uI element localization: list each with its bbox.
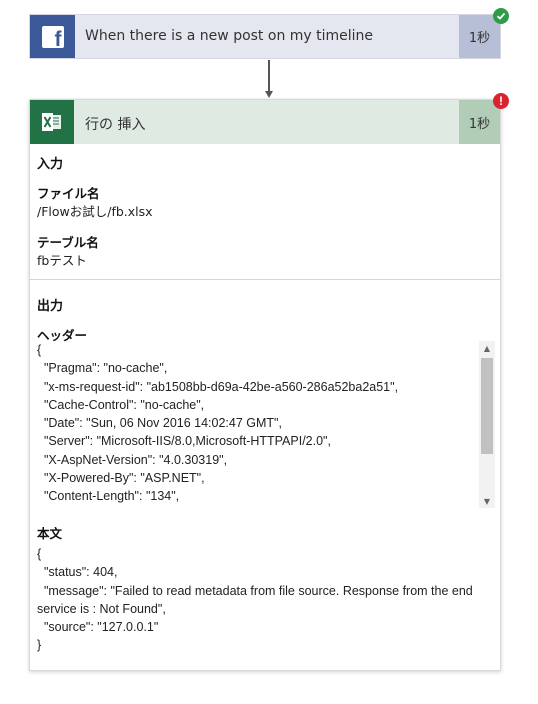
code-line: "message": "Failed to read metadata from… <box>37 583 477 616</box>
code-line: "Pragma": "no-cache", <box>37 361 168 376</box>
code-line: "status": 404, <box>37 565 118 580</box>
file-name-label: ファイル名 <box>37 186 100 201</box>
output-section-title: 出力 <box>37 299 64 314</box>
headers-scrollbar[interactable]: ▲ ▼ <box>479 341 495 508</box>
body-label: 本文 <box>37 526 63 541</box>
code-line: "x-ms-request-id": "ab1508bb-d69a-42be-a… <box>37 379 399 394</box>
headers-code-box[interactable]: { "Pragma": "no-cache", "x-ms-request-id… <box>37 341 495 508</box>
facebook-icon: f <box>30 15 75 58</box>
code-line: } <box>37 638 42 653</box>
body-code-box: { "status": 404, "message": "Failed to r… <box>37 545 495 655</box>
trigger-title: When there is a new post on my timeline <box>85 28 374 44</box>
code-line: "source": "127.0.0.1" <box>37 620 159 635</box>
scroll-down-arrow-icon[interactable]: ▼ <box>479 494 495 508</box>
code-line: { <box>37 547 42 561</box>
file-name-value: /Flowお試し/fb.xlsx <box>37 204 153 219</box>
code-line: "Cache-Control": "no-cache", <box>37 397 205 412</box>
trigger-card[interactable]: f When there is a new post on my timelin… <box>29 14 501 59</box>
trigger-duration: 1秒 <box>459 15 500 58</box>
code-line: "Content-Length": "134", <box>37 489 180 504</box>
section-divider <box>30 279 500 280</box>
success-check-icon <box>493 8 509 24</box>
body-code: { "status": 404, "message": "Failed to r… <box>37 545 495 655</box>
code-line: "X-Powered-By": "ASP.NET", <box>37 471 205 486</box>
headers-code: { "Pragma": "no-cache", "x-ms-request-id… <box>37 341 398 506</box>
code-line: "X-AspNet-Version": "4.0.30319", <box>37 452 228 467</box>
table-name-value: fbテスト <box>37 253 87 268</box>
table-name-label: テーブル名 <box>37 235 99 250</box>
code-line: { <box>37 343 42 357</box>
code-line: "Server": "Microsoft-IIS/8.0,Microsoft-H… <box>37 434 331 449</box>
excel-icon <box>30 100 74 144</box>
scroll-up-arrow-icon[interactable]: ▲ <box>479 341 495 355</box>
scrollbar-thumb[interactable] <box>481 358 493 454</box>
action-header[interactable]: 行の 挿入 1秒 <box>30 100 500 144</box>
input-section-title: 入力 <box>37 157 64 172</box>
code-line: "Date": "Sun, 06 Nov 2016 14:02:47 GMT", <box>37 416 282 431</box>
action-card[interactable]: 行の 挿入 1秒 入力 ファイル名 /Flowお試し/fb.xlsx テーブル名… <box>29 99 501 671</box>
action-title: 行の 挿入 <box>85 117 146 133</box>
error-icon: ! <box>493 93 509 109</box>
connector-arrow-icon <box>265 60 273 98</box>
action-duration: 1秒 <box>459 100 500 144</box>
